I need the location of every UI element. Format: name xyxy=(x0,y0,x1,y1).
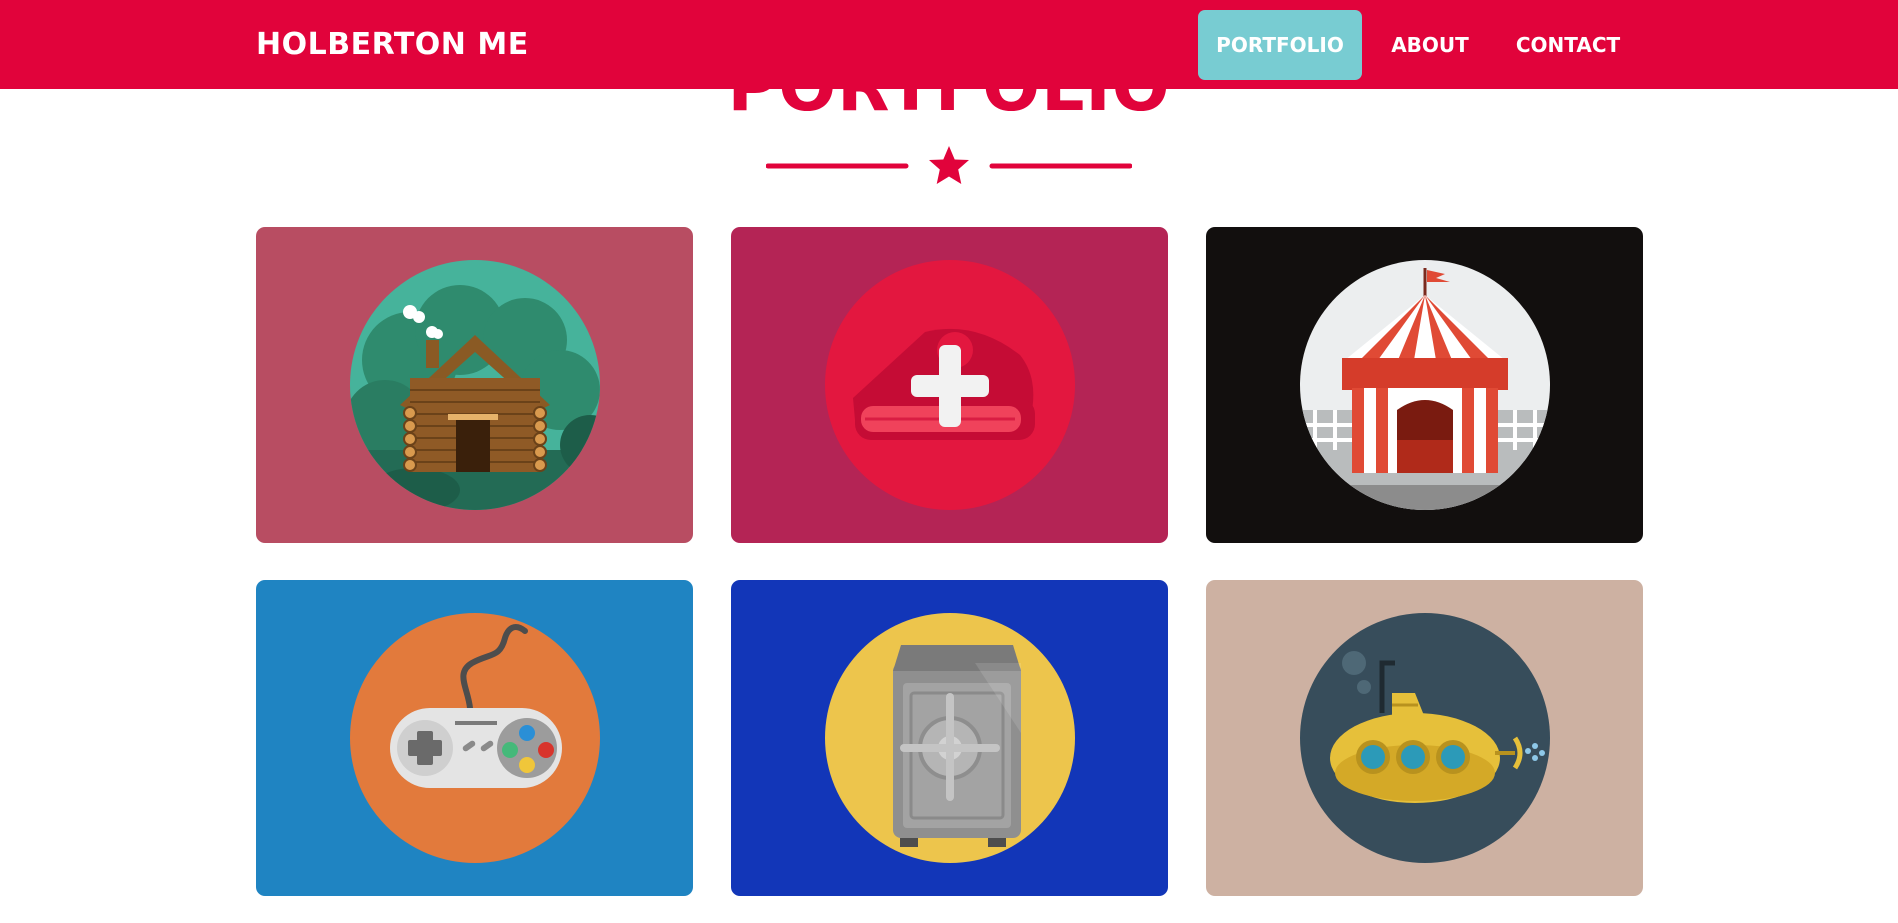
nav-contact[interactable]: CONTACT xyxy=(1504,10,1632,80)
safe-icon xyxy=(825,613,1075,863)
portfolio-item-submarine[interactable] xyxy=(1206,580,1643,896)
brand-logo[interactable]: HOLBERTON ME xyxy=(256,25,529,65)
portfolio-item-safe[interactable] xyxy=(731,580,1168,896)
star-icon xyxy=(929,146,969,184)
navbar: HOLBERTON ME PORTFOLIO ABOUT CONTACT xyxy=(0,0,1898,89)
section-divider xyxy=(766,146,1132,184)
submarine-icon xyxy=(1300,613,1550,863)
portfolio-item-cabin[interactable] xyxy=(256,227,693,543)
portfolio-item-circus[interactable] xyxy=(1206,227,1643,543)
nav-about[interactable]: ABOUT xyxy=(1380,10,1480,80)
nav-portfolio[interactable]: PORTFOLIO xyxy=(1198,10,1362,80)
game-controller-icon xyxy=(350,613,600,863)
portfolio-item-medical[interactable] xyxy=(731,227,1168,543)
portfolio-item-gamepad[interactable] xyxy=(256,580,693,896)
log-cabin-icon xyxy=(350,260,600,510)
medical-cake-icon xyxy=(825,260,1075,510)
circus-tent-icon xyxy=(1300,260,1550,510)
